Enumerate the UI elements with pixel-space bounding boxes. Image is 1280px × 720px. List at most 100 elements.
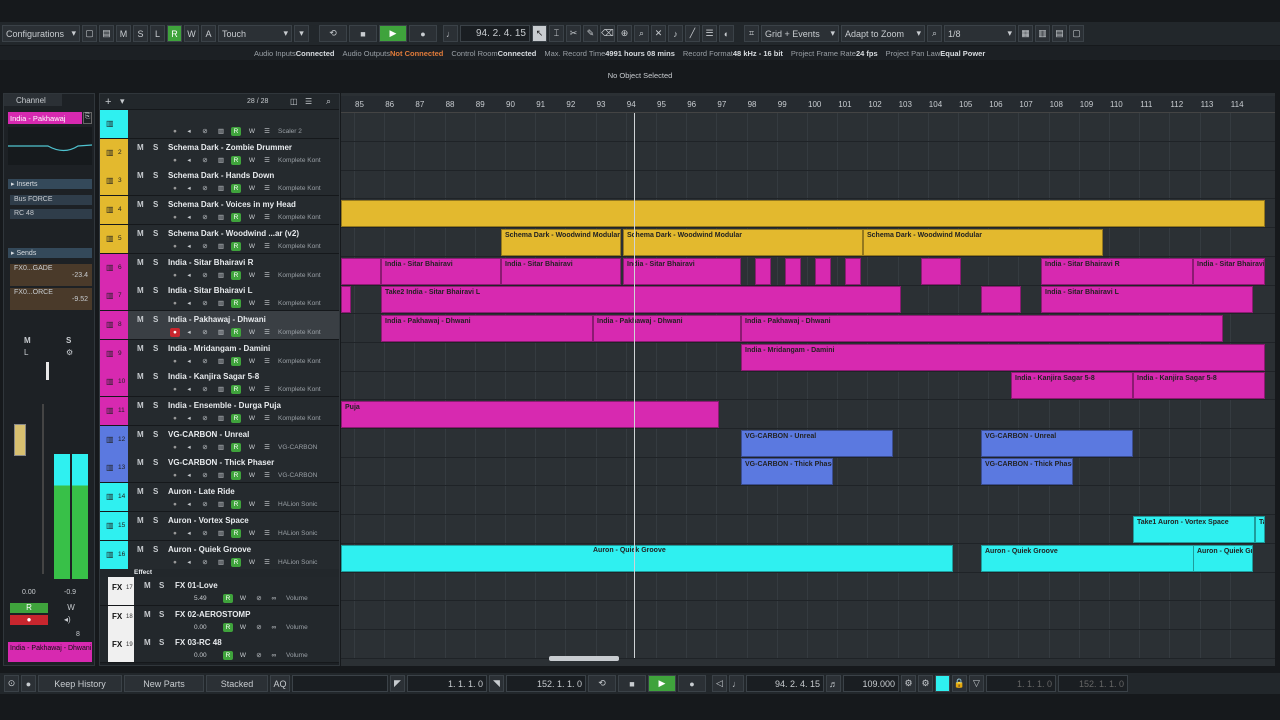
edit-instrument-icon[interactable]: ⊘ — [200, 385, 210, 394]
record-arm-icon[interactable]: ● — [170, 271, 180, 280]
track-mute-button[interactable]: M — [137, 286, 144, 295]
track-menu-icon[interactable]: ☰ — [262, 271, 272, 280]
track-name[interactable]: India - Mridangam - Damini — [168, 344, 270, 353]
track-color-strip[interactable] — [100, 224, 128, 253]
track-name[interactable]: Auron - Late Ride — [168, 487, 235, 496]
track-name[interactable]: Schema Dark - Voices in my Head — [168, 200, 296, 209]
track-color-strip[interactable] — [100, 253, 128, 282]
track-name[interactable]: India - Ensemble - Durga Puja — [168, 401, 281, 410]
transport-position[interactable]: 94. 2. 4. 15 — [746, 675, 824, 692]
track-row[interactable]: 8 ▥ M S India - Pakhawaj - Dhwani ● ◂ ⊘ ▥ R W ☰ Komp… — [100, 310, 339, 340]
track-menu-icon[interactable]: ☰ — [262, 500, 272, 509]
metronome-icon[interactable]: ♩ — [729, 675, 744, 692]
read-button[interactable]: R — [167, 25, 182, 42]
record-arm-icon[interactable]: ● — [170, 242, 180, 251]
track-menu-icon[interactable]: ☰ — [262, 156, 272, 165]
panel-bottom-icon[interactable]: ▢ — [1069, 25, 1084, 42]
fx-link-icon[interactable]: ∞ — [269, 651, 279, 660]
record-arm-icon[interactable]: ● — [170, 500, 180, 509]
track-row[interactable]: 2 ▥ M S Schema Dark - Zombie Drummer ● ◂ ⊘ ▥ R W ☰ K… — [100, 138, 339, 168]
track-solo-button[interactable]: S — [153, 200, 158, 209]
midi-part[interactable]: India - Kanjira Sagar 5-8 — [1133, 372, 1265, 400]
track-solo-button[interactable]: S — [153, 258, 158, 267]
channel-fader[interactable] — [14, 424, 26, 456]
fx-track-row[interactable]: FX 19 M S FX 03-RC 48 0.00 R W ⊘ ∞ Volume — [100, 634, 339, 664]
pointer-tool-icon[interactable]: ↖ — [532, 25, 547, 42]
track-read-button[interactable]: R — [231, 213, 241, 223]
mute-button[interactable]: M — [116, 25, 131, 42]
record-arm-icon[interactable]: ● — [170, 184, 180, 193]
keyboard-icon[interactable]: ▥ — [216, 127, 226, 136]
secondary-locator[interactable]: 152. 1. 1. 0 — [1058, 675, 1128, 692]
track-write-button[interactable]: W — [247, 558, 257, 567]
fx-mute-button[interactable]: M — [144, 581, 151, 590]
keyboard-icon[interactable]: ▥ — [216, 529, 226, 538]
track-read-button[interactable]: R — [231, 471, 241, 481]
track-name[interactable]: India - Sitar Bhairavi L — [168, 286, 252, 295]
track-name[interactable]: India - Kanjira Sagar 5-8 — [168, 372, 259, 381]
track-color-strip[interactable] — [100, 138, 128, 167]
track-mute-button[interactable]: M — [137, 545, 144, 554]
track-name[interactable]: VG-CARBON - Thick Phaser — [168, 458, 274, 467]
panel-left-icon[interactable]: ▥ — [1035, 25, 1050, 42]
midi-part[interactable]: India - Kanjira Sagar 5-8 — [1011, 372, 1133, 400]
track-read-button[interactable]: R — [231, 557, 241, 567]
edit-instrument-icon[interactable]: ⊘ — [200, 127, 210, 136]
split-tool-icon[interactable]: ✂ — [566, 25, 581, 42]
track-menu-icon[interactable]: ☰ — [262, 471, 272, 480]
midi-part[interactable]: Ta — [1255, 515, 1265, 543]
monitor-icon[interactable]: ◂ — [184, 443, 194, 452]
mute-tool-icon[interactable]: ✕ — [651, 25, 666, 42]
auto-quantize-button[interactable]: AQ — [270, 675, 290, 692]
fx-write-button[interactable]: W — [238, 623, 248, 632]
right-locator[interactable]: 152. 1. 1. 0 — [506, 675, 586, 692]
track-name[interactable]: Auron - Vortex Space — [168, 516, 249, 525]
track-menu-icon[interactable]: ☰ — [262, 299, 272, 308]
track-mute-button[interactable]: M — [137, 229, 144, 238]
monitor-icon[interactable]: ◂ — [184, 414, 194, 423]
monitor-icon[interactable]: ◂ — [184, 385, 194, 394]
monitor-icon[interactable]: ◂ — [184, 242, 194, 251]
track-menu-icon[interactable]: ☰ — [262, 529, 272, 538]
fx-track-name[interactable]: FX 03-RC 48 — [175, 638, 222, 647]
track-read-button[interactable]: R — [231, 385, 241, 395]
monitor-icon[interactable]: ◂ — [184, 299, 194, 308]
record-arm-icon[interactable]: ● — [170, 156, 180, 165]
edit-instrument-icon[interactable]: ⊘ — [200, 357, 210, 366]
track-solo-button[interactable]: S — [153, 545, 158, 554]
track-row[interactable]: 16 ▥ M S Auron - Quiek Groove ● ◂ ⊘ ▥ R W ☰ HALion S… — [100, 540, 339, 570]
track-read-button[interactable]: R — [231, 414, 241, 423]
record-arm-icon[interactable]: ● — [170, 443, 180, 452]
max-record-value[interactable]: 4991 hours 08 mins — [605, 49, 675, 58]
fx-track-name[interactable]: FX 02-AEROSTOMP — [175, 610, 250, 619]
keyboard-icon[interactable]: ▥ — [216, 242, 226, 251]
midi-part[interactable] — [341, 257, 381, 285]
keyboard-icon[interactable]: ▥ — [216, 156, 226, 165]
track-write-button[interactable]: W — [247, 213, 257, 222]
track-write-button[interactable]: W — [247, 471, 257, 480]
pan-control[interactable] — [46, 362, 49, 380]
monitor-icon[interactable]: ◂ — [184, 271, 194, 280]
track-name[interactable]: Schema Dark - Woodwind ...ar (v2) — [168, 229, 299, 238]
track-menu-icon[interactable]: ☰ — [262, 443, 272, 452]
track-menu-icon[interactable]: ☰ — [262, 385, 272, 394]
right-locator-icon[interactable]: ◥ — [489, 675, 504, 692]
edit-instrument-icon[interactable]: ⊘ — [200, 242, 210, 251]
effect-folder[interactable]: Effect — [100, 569, 339, 577]
erase-tool-icon[interactable]: ⌫ — [600, 25, 615, 42]
track-mute-button[interactable]: M — [137, 344, 144, 353]
keyboard-icon[interactable]: ▥ — [216, 500, 226, 509]
midi-part[interactable] — [981, 286, 1021, 314]
midi-part[interactable]: Schema Dark - Woodwind Modular — [501, 228, 621, 256]
quantize-icon[interactable]: ⌕ — [927, 25, 942, 42]
audio-inputs-value[interactable]: Connected — [296, 49, 335, 58]
track-row[interactable]: ▥ ● ◂ ⊘ ▥ R W ☰ Scaler 2 — [100, 110, 339, 139]
track-row[interactable]: 15 ▥ M S Auron - Vortex Space ● ◂ ⊘ ▥ R W ☰ HALion S… — [100, 511, 339, 541]
stop-button[interactable]: ■ — [618, 675, 646, 692]
track-solo-button[interactable]: S — [153, 430, 158, 439]
channel-solo-button[interactable]: S — [66, 336, 71, 345]
midi-part[interactable]: Take1 Auron - Vortex Space — [1133, 515, 1255, 543]
punch-icon[interactable]: ◁ — [712, 675, 727, 692]
midi-part[interactable]: VG-CARBON - Unreal — [741, 429, 893, 457]
settings-icon[interactable]: ⚙ — [918, 675, 933, 692]
